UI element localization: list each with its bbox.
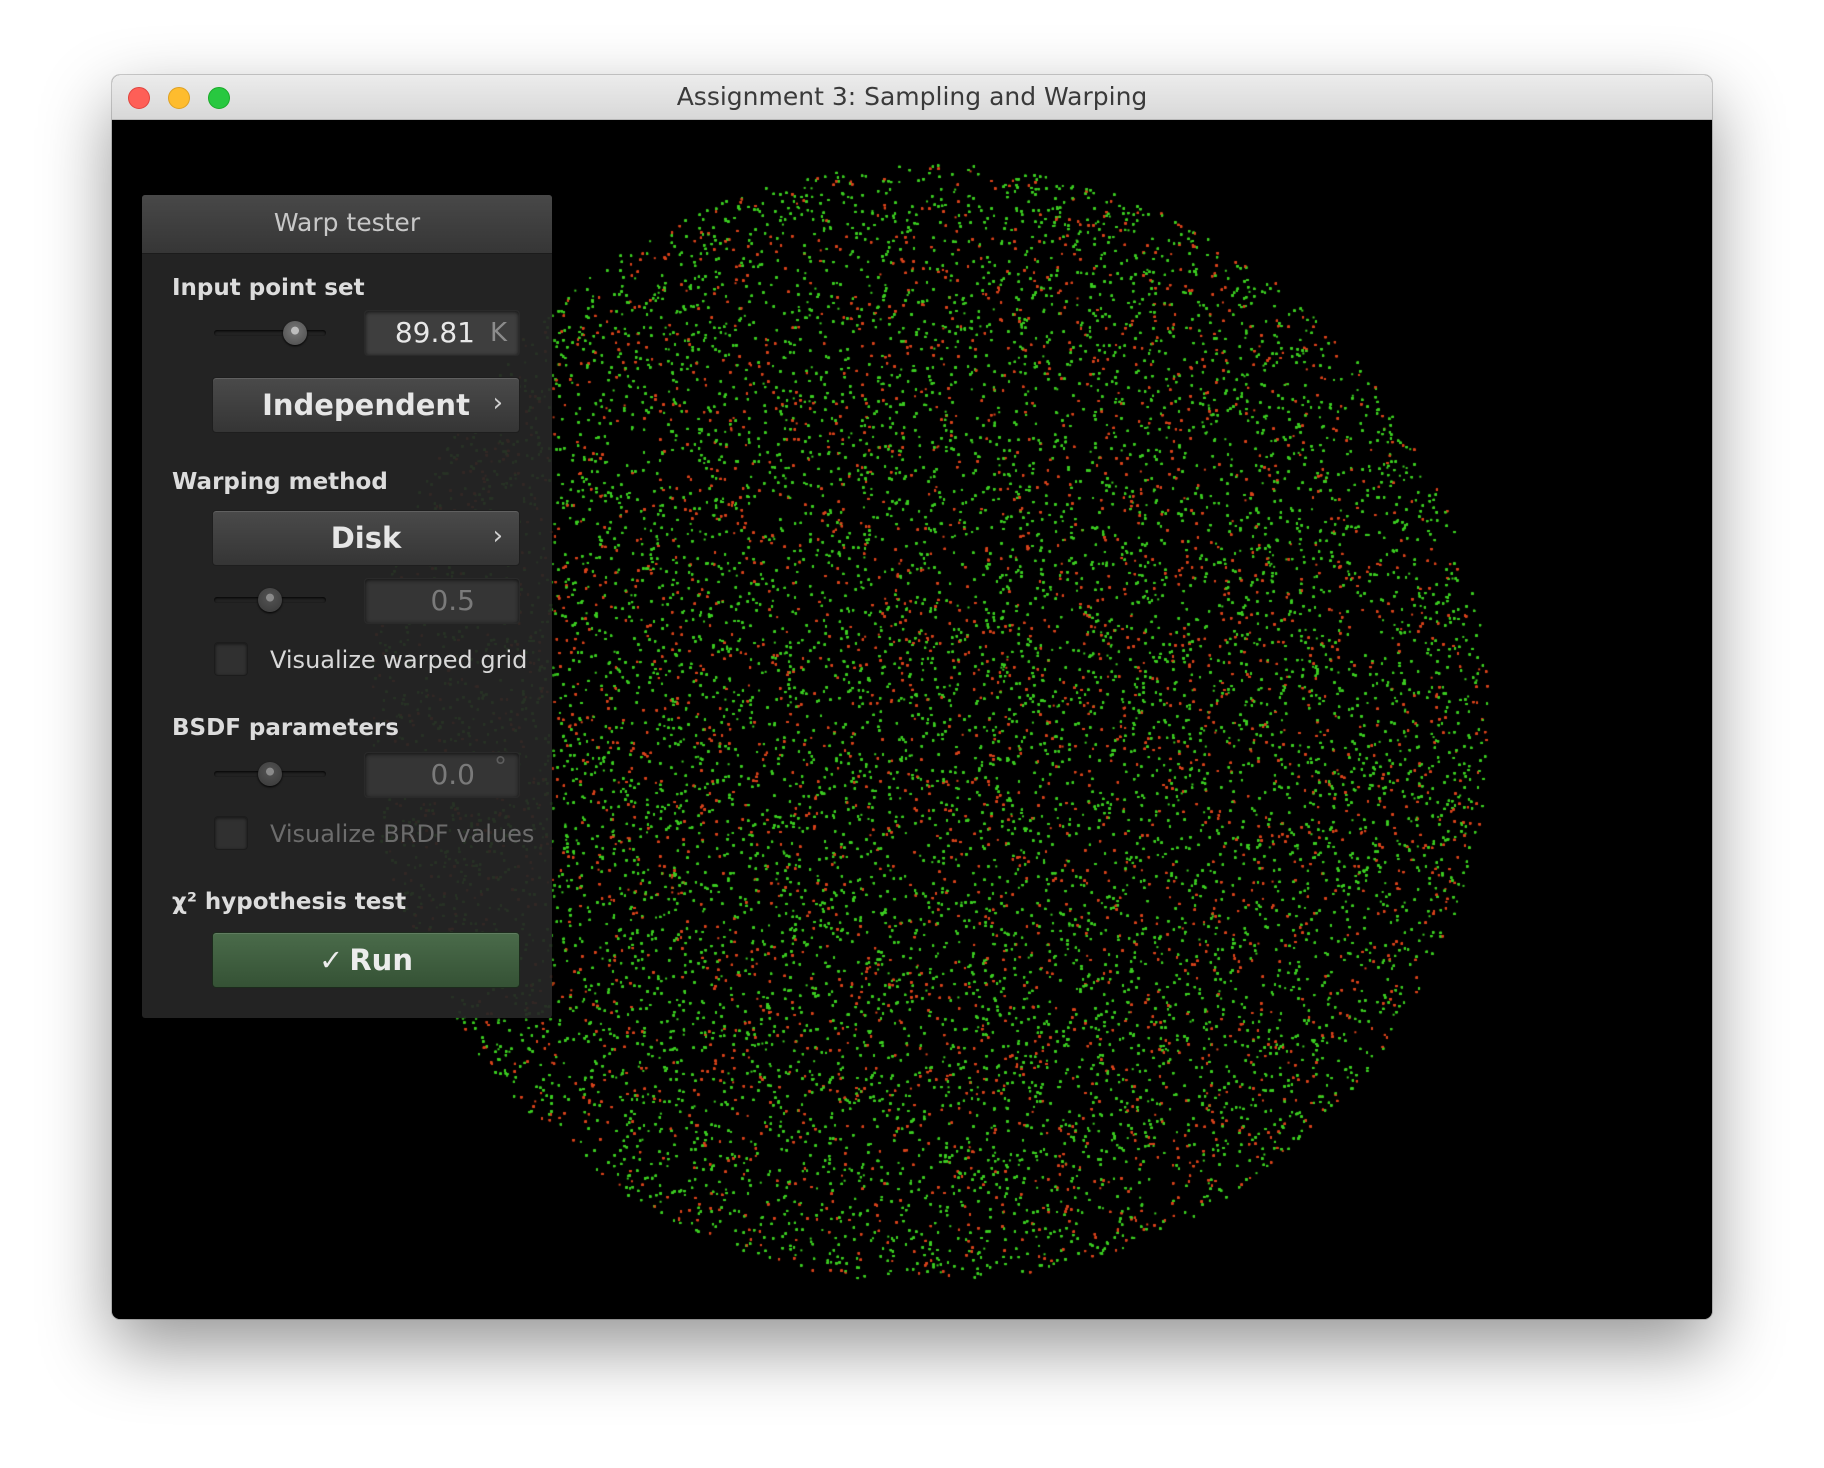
warp-parameter-slider[interactable] <box>214 586 326 614</box>
run-button-label: Run <box>349 943 413 977</box>
visualize-brdf-values-checkbox[interactable] <box>214 816 248 850</box>
point-count-slider[interactable] <box>214 319 326 347</box>
chi2-hypothesis-test-label: χ² hypothesis test <box>172 889 407 915</box>
visualization-canvas-area[interactable]: Warp tester Input point set 89.81 K Inde… <box>112 120 1712 1319</box>
bsdf-parameters-label: BSDF parameters <box>172 715 399 741</box>
window-title: Assignment 3: Sampling and Warping <box>676 82 1148 111</box>
slider-knob[interactable] <box>258 588 282 612</box>
app-window: Assignment 3: Sampling and Warping Warp … <box>112 75 1712 1319</box>
input-point-set-label: Input point set <box>172 275 365 301</box>
sampler-type-popup-button[interactable]: Independent › <box>212 377 520 433</box>
slider-knob[interactable] <box>282 321 307 345</box>
chevron-right-icon: › <box>492 521 503 551</box>
bsdf-angle-slider[interactable] <box>214 760 326 788</box>
visualize-warped-grid-checkbox[interactable] <box>214 642 248 676</box>
point-count-field[interactable]: 89.81 K <box>364 310 520 356</box>
checkmark-icon: ✓ <box>319 943 344 977</box>
visualize-warped-grid-label[interactable]: Visualize warped grid <box>270 646 527 674</box>
warping-method-label: Warping method <box>172 469 388 495</box>
chevron-right-icon: › <box>492 388 503 418</box>
visualize-brdf-values-label[interactable]: Visualize BRDF values <box>270 820 534 848</box>
bsdf-angle-unit: ° <box>494 752 507 782</box>
slider-knob[interactable] <box>258 762 282 786</box>
point-count-unit: K <box>489 318 507 348</box>
warp-parameter-value: 0.5 <box>430 584 475 617</box>
point-count-value: 89.81 <box>394 316 475 349</box>
warp-tester-panel[interactable]: Warp tester Input point set 89.81 K Inde… <box>142 195 552 1018</box>
title-bar[interactable]: Assignment 3: Sampling and Warping <box>112 75 1712 120</box>
run-chi2-test-button[interactable]: ✓ Run <box>212 932 520 988</box>
slider-track <box>214 330 326 336</box>
bsdf-angle-field[interactable]: 0.0 ° <box>364 752 520 798</box>
panel-title[interactable]: Warp tester <box>142 195 552 254</box>
sampler-type-label: Independent <box>262 388 470 422</box>
warp-parameter-field[interactable]: 0.5 <box>364 578 520 624</box>
bsdf-angle-value: 0.0 <box>430 758 475 791</box>
warping-method-popup-button[interactable]: Disk › <box>212 510 520 566</box>
warping-method-value: Disk <box>330 521 402 555</box>
